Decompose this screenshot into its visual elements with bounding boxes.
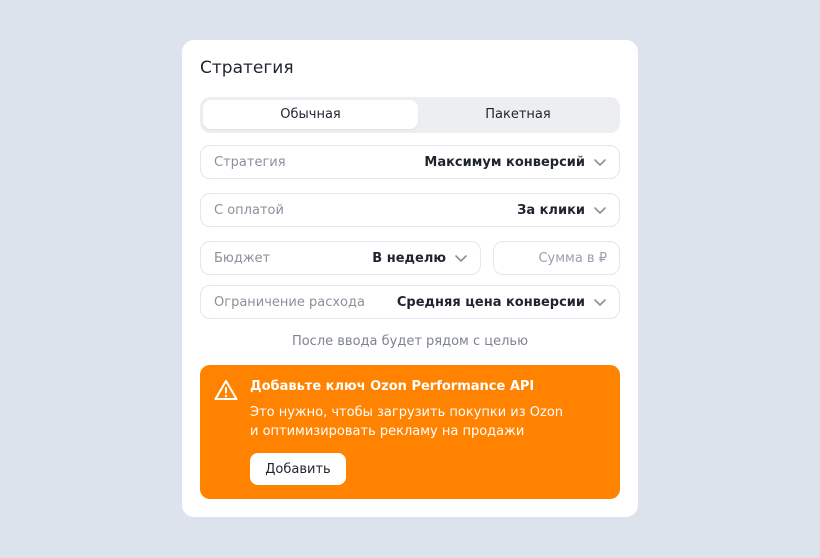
tab-package[interactable]: Пакетная bbox=[419, 100, 617, 129]
strategy-type-switch: Обычная Пакетная bbox=[200, 97, 620, 133]
payment-value: За клики bbox=[517, 202, 585, 218]
payment-select[interactable]: С оплатой За клики bbox=[200, 193, 620, 227]
budget-amount-input[interactable]: Сумма в ₽ bbox=[493, 241, 620, 275]
chevron-down-icon bbox=[454, 251, 468, 265]
chevron-down-icon bbox=[593, 155, 607, 169]
tab-regular[interactable]: Обычная bbox=[203, 100, 418, 129]
add-key-button[interactable]: Добавить bbox=[250, 453, 346, 485]
chevron-down-icon bbox=[593, 203, 607, 217]
card-title: Стратегия bbox=[200, 58, 294, 78]
alert-text: Это нужно, чтобы загрузить покупки из Oz… bbox=[250, 403, 600, 441]
strategy-card: Стратегия Обычная Пакетная Стратегия Мак… bbox=[182, 40, 638, 517]
limit-label: Ограничение расхода bbox=[214, 294, 365, 310]
hint-text: После ввода будет рядом с целью bbox=[291, 334, 529, 349]
budget-period-select[interactable]: Бюджет В неделю bbox=[200, 241, 481, 275]
strategy-label: Стратегия bbox=[214, 154, 286, 170]
alert-text-line-2: и оптимизировать рекламу на продажи bbox=[250, 424, 525, 439]
amount-placeholder: Сумма в ₽ bbox=[538, 250, 607, 266]
ozon-key-alert: Добавьте ключ Ozon Performance API Это н… bbox=[200, 365, 620, 499]
warning-icon bbox=[214, 379, 238, 401]
chevron-down-icon bbox=[593, 295, 607, 309]
strategy-value: Максимум конверсий bbox=[424, 154, 585, 170]
alert-text-line-1: Это нужно, чтобы загрузить покупки из Oz… bbox=[250, 405, 564, 420]
budget-value: В неделю bbox=[372, 250, 446, 266]
strategy-select[interactable]: Стратегия Максимум конверсий bbox=[200, 145, 620, 179]
payment-label: С оплатой bbox=[214, 202, 284, 218]
spend-limit-select[interactable]: Ограничение расхода Средняя цена конверс… bbox=[200, 285, 620, 319]
budget-label: Бюджет bbox=[214, 250, 271, 266]
alert-title: Добавьте ключ Ozon Performance API bbox=[250, 379, 535, 394]
limit-value: Средняя цена конверсии bbox=[396, 294, 585, 310]
